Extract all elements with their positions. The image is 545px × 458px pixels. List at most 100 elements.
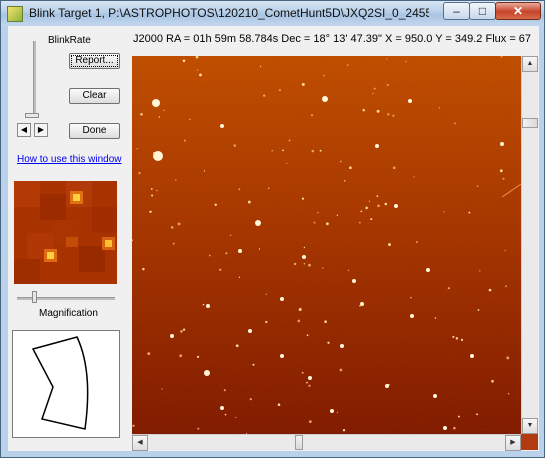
faint-star-mark [362, 108, 365, 112]
faint-star-mark [224, 413, 227, 416]
scroll-right-button[interactable]: ▶ [505, 435, 521, 451]
faint-star-mark [376, 109, 380, 113]
scroll-up-button[interactable]: ▲ [522, 56, 538, 72]
faint-star-mark [504, 249, 506, 252]
star-mark [248, 329, 252, 333]
faint-star-mark [229, 234, 232, 236]
star-mark [410, 314, 414, 318]
star-mark [375, 144, 379, 148]
faint-star-mark [392, 166, 396, 170]
faint-star-mark [438, 106, 441, 109]
faint-star-mark [147, 352, 151, 356]
faint-star-mark [265, 293, 267, 295]
horizontal-scrollbar[interactable]: ◀ ▶ [132, 434, 521, 451]
faint-star-mark [136, 147, 138, 150]
faint-star-mark [311, 149, 315, 153]
star-mark [220, 406, 224, 410]
star-field-image[interactable] [132, 56, 521, 434]
faint-star-mark [163, 109, 165, 112]
faint-star-mark [377, 204, 380, 208]
scroll-left-button[interactable]: ◀ [132, 435, 148, 451]
faint-star-mark [322, 267, 324, 269]
size-grip[interactable] [521, 434, 538, 450]
faint-star-mark [301, 197, 305, 200]
faint-star-mark [172, 242, 175, 245]
star-mark [238, 249, 242, 253]
faint-star-mark [259, 65, 262, 68]
faint-star-mark [373, 87, 376, 90]
faint-star-mark [386, 83, 389, 86]
done-button[interactable]: Done [69, 123, 120, 139]
faint-star-mark [506, 356, 510, 360]
faint-star-mark [346, 64, 349, 66]
faint-star-mark [301, 371, 304, 374]
scroll-down-button[interactable]: ▼ [522, 418, 538, 434]
faint-star-mark [319, 149, 322, 152]
faint-star-mark [188, 118, 191, 121]
faint-star-mark [235, 344, 239, 348]
faint-star-mark [413, 176, 415, 178]
faint-star-mark [387, 113, 390, 116]
faint-star-mark [327, 341, 330, 344]
blink-rate-slider-thumb[interactable] [25, 113, 39, 118]
faint-star-mark [476, 413, 478, 416]
faint-star-mark [179, 354, 183, 358]
star-mark [322, 96, 328, 102]
faint-star-mark [151, 194, 154, 197]
magnification-slider-thumb[interactable] [32, 291, 37, 303]
star-mark [340, 344, 344, 348]
faint-star-mark [453, 426, 456, 430]
vertical-scrollbar[interactable]: ▲ ▼ [521, 56, 538, 434]
star-mark [408, 99, 412, 103]
faint-star-mark [277, 403, 281, 406]
faint-star-mark [488, 288, 492, 292]
vertical-scroll-thumb[interactable] [522, 118, 538, 128]
faint-star-mark [182, 59, 186, 63]
faint-star-mark [208, 254, 211, 257]
faint-star-mark [258, 248, 261, 250]
faint-star-mark [452, 335, 455, 338]
faint-star-mark [177, 222, 181, 226]
minimize-button[interactable]: – [443, 2, 470, 20]
faint-star-mark [347, 269, 350, 272]
faint-star-mark [282, 149, 284, 152]
faint-star-mark [183, 139, 186, 142]
clear-button[interactable]: Clear [69, 88, 120, 104]
faint-star-mark [293, 262, 297, 266]
thumbnail-image [14, 181, 117, 284]
star-mark [170, 334, 174, 338]
report-button[interactable]: Report... [69, 53, 120, 69]
help-link[interactable]: How to use this window [17, 154, 122, 165]
prev-arrow-button[interactable]: ◀ [17, 123, 31, 137]
star-mark [220, 124, 224, 128]
faint-star-mark [196, 69, 199, 71]
image-view[interactable] [132, 56, 521, 434]
faint-star-mark [262, 94, 266, 97]
client-area: BlinkRate ◀ ▶ Report... Clear Done How t… [8, 26, 539, 451]
faint-star-mark [505, 285, 507, 288]
star-mark [352, 279, 356, 283]
faint-star-mark [161, 388, 163, 390]
faint-star-mark [468, 211, 471, 214]
close-button[interactable]: ✕ [495, 2, 541, 20]
blink-rate-slider-track[interactable] [33, 41, 36, 113]
horizontal-scroll-thumb[interactable] [295, 435, 303, 450]
next-arrow-button[interactable]: ▶ [34, 123, 48, 137]
faint-star-mark [180, 330, 183, 333]
faint-star-mark [265, 320, 268, 324]
faint-star-mark [491, 379, 494, 383]
faint-star-mark [447, 287, 450, 290]
faint-star-mark [288, 139, 291, 142]
faint-star-mark [138, 171, 141, 175]
faint-star-mark [142, 267, 145, 271]
field-outline-shape [31, 336, 89, 430]
faint-star-mark [233, 144, 236, 147]
faint-star-mark [140, 113, 143, 116]
faint-star-mark [344, 180, 346, 182]
magnified-thumbnail [14, 181, 117, 284]
maximize-button[interactable]: □ [469, 2, 496, 20]
title-bar[interactable]: Blink Target 1, P:\ASTROPHOTOS\120210_Co… [1, 1, 544, 26]
faint-star-mark [457, 415, 460, 418]
faint-star-mark [297, 319, 301, 323]
faint-star-mark [132, 424, 135, 427]
